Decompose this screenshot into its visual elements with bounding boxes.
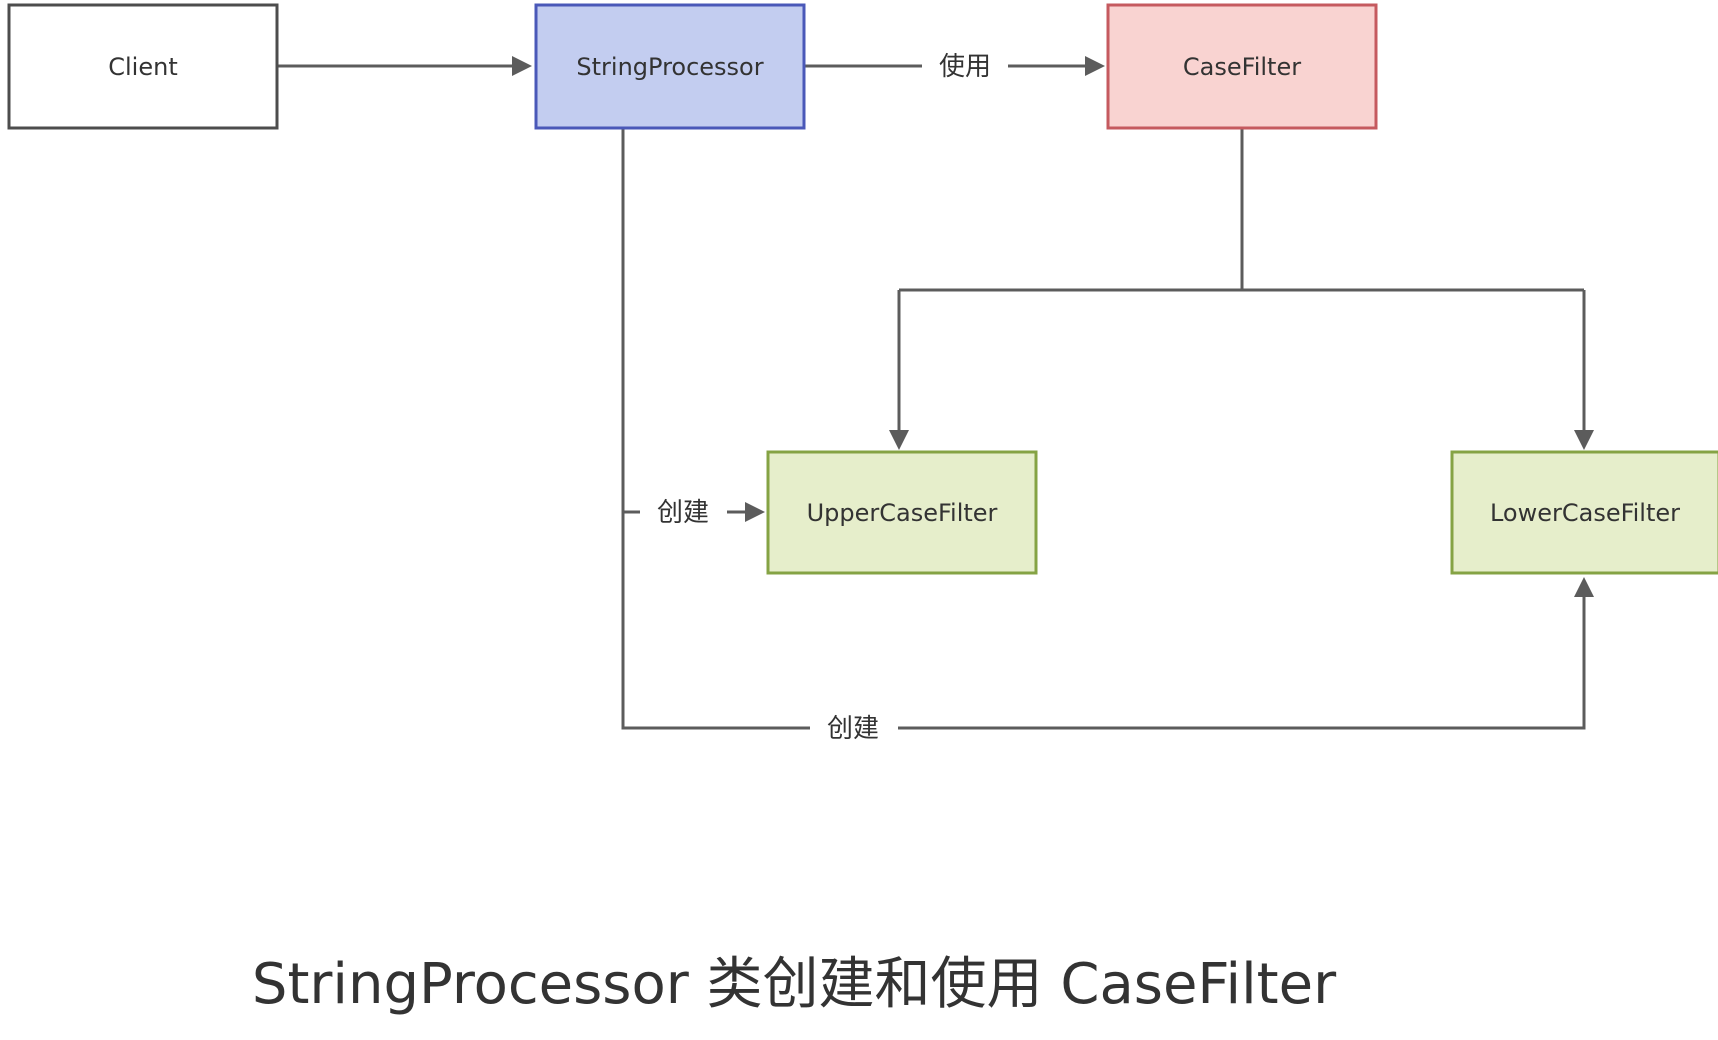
edge-client-to-processor	[277, 56, 532, 76]
class-diagram: 使用 创建 创建 Client StringProcessor CaseFilt…	[7, 3, 1718, 1017]
node-string-processor[interactable]: StringProcessor	[534, 3, 806, 130]
diagram-caption: StringProcessor 类创建和使用 CaseFilter	[252, 952, 1337, 1017]
node-label-lower-case-filter: LowerCaseFilter	[1490, 499, 1680, 527]
edge-processor-uses-filter: 使用	[803, 46, 1105, 86]
arrow-head-icon	[1085, 56, 1105, 76]
node-lower-case-filter[interactable]: LowerCaseFilter	[1450, 450, 1718, 575]
node-upper-case-filter[interactable]: UpperCaseFilter	[766, 450, 1038, 575]
arrow-head-icon	[1574, 430, 1594, 450]
arrow-head-icon	[512, 56, 532, 76]
arrow-head-icon	[889, 430, 909, 450]
node-label-upper-case-filter: UpperCaseFilter	[807, 499, 998, 527]
edge-label-creates-lower: 创建	[827, 714, 879, 744]
node-client[interactable]: Client	[7, 3, 279, 130]
arrow-head-icon	[1574, 577, 1594, 597]
node-case-filter[interactable]: CaseFilter	[1106, 3, 1378, 130]
arrow-head-icon	[745, 502, 765, 522]
node-label-string-processor: StringProcessor	[576, 53, 763, 81]
node-label-case-filter: CaseFilter	[1183, 53, 1301, 81]
edge-label-creates-upper: 创建	[657, 498, 709, 528]
edge-processor-creates-upper: 创建	[621, 128, 765, 532]
node-label-client: Client	[108, 53, 177, 81]
edge-label-uses: 使用	[939, 52, 991, 82]
edge-filter-to-subclasses	[889, 128, 1594, 450]
